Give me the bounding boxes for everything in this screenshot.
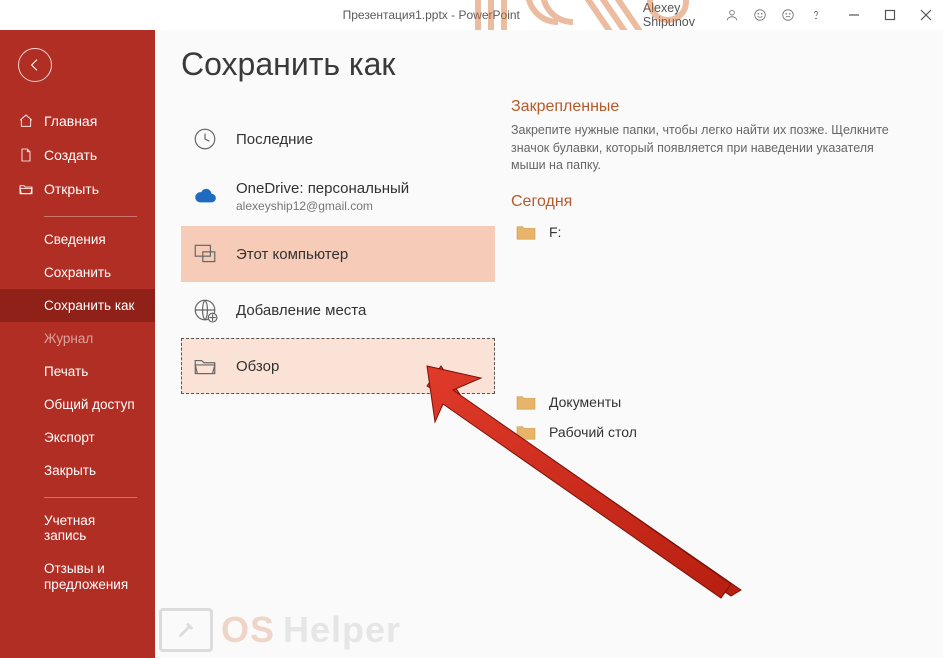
- window-title: Презентация1.pptx - PowerPoint: [220, 8, 643, 22]
- backstage-sidebar: Главная Создать Открыть Сведения Сохрани…: [0, 30, 155, 658]
- user-name: Alexey Shipunov: [643, 1, 711, 29]
- maximize-icon[interactable]: [881, 6, 899, 24]
- location-onedrive-sub: alexeyship12@gmail.com: [236, 199, 409, 213]
- folder-documents[interactable]: Документы: [511, 387, 907, 417]
- home-icon: [18, 113, 34, 129]
- nav-close[interactable]: Закрыть: [0, 454, 155, 487]
- folder-desktop-label: Рабочий стол: [549, 424, 637, 440]
- nav-save[interactable]: Сохранить: [0, 256, 155, 289]
- nav-export[interactable]: Экспорт: [0, 421, 155, 454]
- location-addplace[interactable]: Добавление места: [181, 282, 495, 338]
- help-icon[interactable]: [809, 6, 823, 24]
- location-recent-label: Последние: [236, 131, 313, 148]
- folder-desktop[interactable]: Рабочий стол: [511, 417, 907, 447]
- nav-separator: [44, 216, 137, 217]
- folder-open-icon: [18, 181, 34, 197]
- folder-icon: [515, 423, 537, 441]
- nav-info[interactable]: Сведения: [0, 223, 155, 256]
- minimize-icon[interactable]: [845, 6, 863, 24]
- location-thispc[interactable]: Этот компьютер: [181, 226, 495, 282]
- today-heading: Сегодня: [511, 193, 907, 211]
- folder-f-label: F:: [549, 224, 561, 240]
- watermark: OS Helper: [159, 608, 401, 652]
- location-thispc-label: Этот компьютер: [236, 246, 348, 263]
- nav-share[interactable]: Общий доступ: [0, 388, 155, 421]
- feedback-frown-icon[interactable]: [781, 6, 795, 24]
- nav-saveas[interactable]: Сохранить как: [0, 289, 155, 322]
- folder-browse-icon: [190, 351, 220, 381]
- user-icon[interactable]: [725, 6, 739, 24]
- location-onedrive-label: OneDrive: персональный: [236, 180, 409, 197]
- nav-new-label: Создать: [44, 147, 97, 163]
- nav-open-label: Открыть: [44, 181, 99, 197]
- globe-plus-icon: [190, 295, 220, 325]
- nav-feedback[interactable]: Отзывы и предложения: [0, 552, 155, 601]
- folder-f-drive[interactable]: F:: [511, 217, 907, 247]
- nav-open[interactable]: Открыть: [0, 172, 155, 206]
- location-browse[interactable]: Обзор: [181, 338, 495, 394]
- nav-home[interactable]: Главная: [0, 104, 155, 138]
- file-icon: [18, 147, 34, 163]
- watermark-cursor-icon: [159, 608, 213, 652]
- location-list: Сохранить как Последние OneDrive: персон…: [155, 38, 495, 658]
- backstage-main: Сохранить как Последние OneDrive: персон…: [155, 30, 943, 658]
- nav-new[interactable]: Создать: [0, 138, 155, 172]
- nav-home-label: Главная: [44, 113, 97, 129]
- page-title: Сохранить как: [181, 46, 495, 83]
- cloud-icon: [190, 182, 220, 212]
- pc-icon: [190, 239, 220, 269]
- folder-panel: Закрепленные Закрепите нужные папки, что…: [495, 38, 943, 658]
- back-button[interactable]: [18, 48, 52, 82]
- location-browse-label: Обзор: [236, 358, 279, 375]
- folder-documents-label: Документы: [549, 394, 621, 410]
- watermark-text1: OS: [221, 609, 275, 651]
- close-icon[interactable]: [917, 6, 935, 24]
- title-bar: Презентация1.pptx - PowerPoint Alexey Sh…: [0, 0, 943, 30]
- folder-icon: [515, 393, 537, 411]
- pinned-description: Закрепите нужные папки, чтобы легко найт…: [511, 122, 901, 175]
- location-addplace-label: Добавление места: [236, 302, 366, 319]
- nav-separator-2: [44, 497, 137, 498]
- feedback-smile-icon[interactable]: [753, 6, 767, 24]
- clock-icon: [190, 124, 220, 154]
- pinned-heading: Закрепленные: [511, 98, 907, 116]
- appname-label: PowerPoint: [459, 8, 520, 22]
- nav-print[interactable]: Печать: [0, 355, 155, 388]
- watermark-text2: Helper: [283, 609, 401, 651]
- location-recent[interactable]: Последние: [181, 111, 495, 167]
- folder-icon: [515, 223, 537, 241]
- filename-label: Презентация1.pptx: [343, 8, 448, 22]
- nav-account[interactable]: Учетная запись: [0, 504, 155, 552]
- nav-history[interactable]: Журнал: [0, 322, 155, 355]
- location-onedrive[interactable]: OneDrive: персональный alexeyship12@gmai…: [181, 167, 495, 226]
